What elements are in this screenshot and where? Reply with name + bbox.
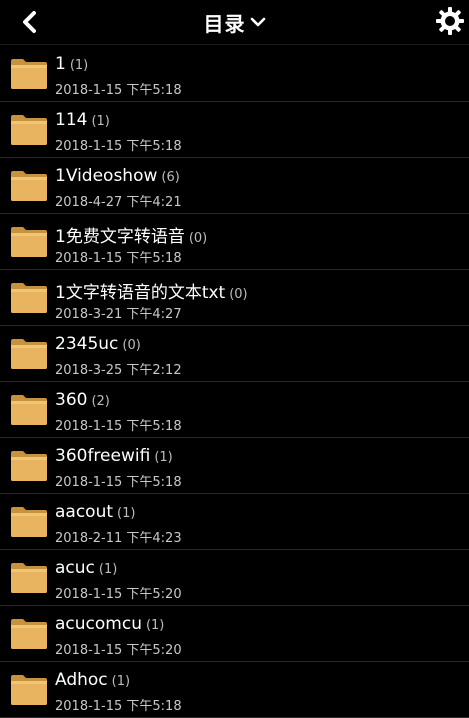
folder-name-line: 1Videoshow (6) bbox=[55, 166, 180, 186]
folder-modified-date: 2018-4-27 下午4:21 bbox=[55, 195, 182, 210]
folder-name-line: 360 (2) bbox=[55, 390, 110, 410]
folder-name: 360freewifi bbox=[55, 446, 151, 466]
top-bar: 目录 bbox=[0, 0, 469, 45]
folder-item-count: (1) bbox=[111, 674, 131, 689]
folder-modified-date: 2018-1-15 下午5:18 bbox=[55, 251, 182, 266]
folder-item-count: (1) bbox=[117, 506, 136, 521]
folder-name-line: 1 (1) bbox=[55, 54, 88, 74]
folder-item-count: (0) bbox=[122, 338, 141, 353]
folder-icon bbox=[11, 227, 47, 257]
folder-modified-date: 2018-1-15 下午5:18 bbox=[55, 699, 182, 714]
folder-icon bbox=[11, 675, 47, 705]
folder-row[interactable]: 360 (2) 2018-1-15 下午5:18 bbox=[0, 382, 469, 438]
folder-item-count: (1) bbox=[154, 450, 173, 465]
folder-item-count: (6) bbox=[161, 170, 180, 185]
folder-icon bbox=[11, 115, 47, 145]
folder-icon bbox=[11, 563, 47, 593]
folder-icon bbox=[11, 59, 47, 89]
folder-item-count: (0) bbox=[229, 287, 248, 302]
folder-row[interactable]: aacout (1) 2018-2-11 下午4:23 bbox=[0, 494, 469, 550]
folder-modified-date: 2018-1-15 下午5:18 bbox=[55, 475, 182, 490]
folder-item-count: (2) bbox=[91, 394, 110, 409]
folder-row[interactable]: 1Videoshow (6) 2018-4-27 下午4:21 bbox=[0, 158, 469, 214]
folder-name-line: acuc (1) bbox=[55, 558, 117, 578]
folder-name-line: 360freewifi (1) bbox=[55, 446, 173, 466]
folder-row[interactable]: 360freewifi (1) 2018-1-15 下午5:18 bbox=[0, 438, 469, 494]
folder-name-line: Adhoc (1) bbox=[55, 670, 130, 690]
folder-row[interactable]: 1 (1) 2018-1-15 下午5:18 bbox=[0, 46, 469, 102]
folder-name-line: aacout (1) bbox=[55, 502, 135, 522]
folder-modified-date: 2018-1-15 下午5:18 bbox=[55, 139, 182, 154]
folder-modified-date: 2018-3-21 下午4:27 bbox=[55, 307, 182, 322]
folder-name-line: 114 (1) bbox=[55, 110, 110, 130]
folder-modified-date: 2018-1-15 下午5:20 bbox=[55, 587, 182, 602]
folder-row[interactable]: 2345uc (0) 2018-3-25 下午2:12 bbox=[0, 326, 469, 382]
page-title: 目录 bbox=[203, 11, 246, 36]
folder-row[interactable]: acucomcu (1) 2018-1-15 下午5:20 bbox=[0, 606, 469, 662]
folder-icon bbox=[11, 395, 47, 425]
folder-modified-date: 2018-3-25 下午2:12 bbox=[55, 363, 182, 378]
folder-item-count: (1) bbox=[98, 562, 118, 577]
folder-row[interactable]: 1文字转语音的文本txt (0) 2018-3-21 下午4:27 bbox=[0, 270, 469, 326]
folder-name: 1文字转语音的文本txt bbox=[55, 283, 226, 303]
directory-title-dropdown[interactable]: 目录 bbox=[0, 0, 469, 44]
folder-list: 1 (1) 2018-1-15 下午5:18 114 (1) 2018-1-15 下午5:… bbox=[0, 46, 469, 718]
folder-icon bbox=[11, 283, 47, 313]
folder-name: Adhoc bbox=[55, 670, 108, 690]
folder-name-line: acucomcu (1) bbox=[55, 614, 164, 634]
gear-icon bbox=[436, 7, 464, 35]
folder-icon bbox=[11, 619, 47, 649]
folder-item-count: (1) bbox=[91, 114, 110, 129]
folder-name: 114 bbox=[55, 110, 88, 130]
folder-icon bbox=[11, 339, 47, 369]
folder-name: 1免费文字转语音 bbox=[55, 227, 185, 247]
folder-name-line: 2345uc (0) bbox=[55, 334, 141, 354]
folder-name: 2345uc bbox=[55, 334, 119, 354]
folder-name: 1 bbox=[55, 54, 66, 74]
folder-name: aacout bbox=[55, 502, 114, 522]
folder-name: acuc bbox=[55, 558, 95, 578]
folder-row[interactable]: acuc (1) 2018-1-15 下午5:20 bbox=[0, 550, 469, 606]
folder-icon bbox=[11, 451, 47, 481]
settings-button[interactable] bbox=[433, 4, 467, 38]
folder-name: acucomcu bbox=[55, 614, 142, 634]
folder-row[interactable]: 114 (1) 2018-1-15 下午5:18 bbox=[0, 102, 469, 158]
folder-name-line: 1免费文字转语音 (0) bbox=[55, 222, 207, 247]
folder-modified-date: 2018-1-15 下午5:18 bbox=[55, 83, 182, 98]
folder-modified-date: 2018-2-11 下午4:23 bbox=[55, 531, 182, 546]
folder-name: 1Videoshow bbox=[55, 166, 158, 186]
folder-modified-date: 2018-1-15 下午5:18 bbox=[55, 419, 182, 434]
folder-icon bbox=[11, 507, 47, 537]
folder-item-count: (1) bbox=[69, 58, 89, 73]
folder-name: 360 bbox=[55, 390, 88, 410]
folder-modified-date: 2018-1-15 下午5:20 bbox=[55, 643, 182, 658]
folder-row[interactable]: Adhoc (1) 2018-1-15 下午5:18 bbox=[0, 662, 469, 718]
folder-name-line: 1文字转语音的文本txt (0) bbox=[55, 278, 248, 303]
folder-item-count: (0) bbox=[188, 231, 208, 246]
folder-icon bbox=[11, 171, 47, 201]
chevron-down-icon bbox=[250, 17, 265, 27]
folder-item-count: (1) bbox=[145, 618, 165, 633]
folder-row[interactable]: 1免费文字转语音 (0) 2018-1-15 下午5:18 bbox=[0, 214, 469, 270]
